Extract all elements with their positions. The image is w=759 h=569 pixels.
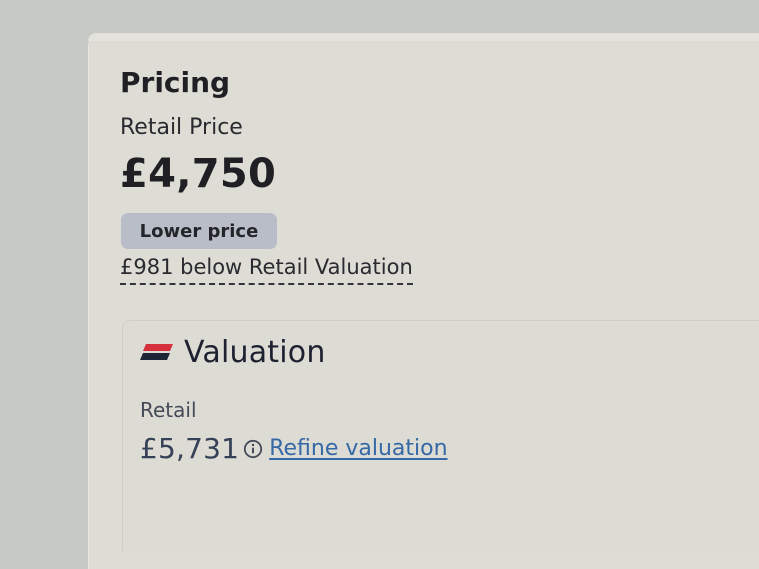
valuation-logo-icon	[140, 343, 173, 360]
lower-price-badge: Lower price	[121, 213, 277, 249]
valuation-retail-label: Retail	[140, 398, 197, 422]
retail-price-value: £4,750	[120, 151, 277, 197]
valuation-header: Valuation	[140, 335, 326, 370]
below-retail-valuation-text[interactable]: £981 below Retail Valuation	[120, 255, 413, 285]
refine-valuation-link[interactable]: Refine valuation	[269, 436, 447, 461]
valuation-value-row: £5,731 Refine valuation	[140, 432, 448, 465]
pricing-title: Pricing	[120, 66, 231, 99]
valuation-brand-text: Valuation	[184, 335, 326, 370]
valuation-retail-value: £5,731	[140, 432, 240, 465]
info-icon[interactable]	[243, 439, 263, 459]
retail-price-label: Retail Price	[120, 115, 243, 140]
card-top-highlight	[88, 33, 759, 41]
